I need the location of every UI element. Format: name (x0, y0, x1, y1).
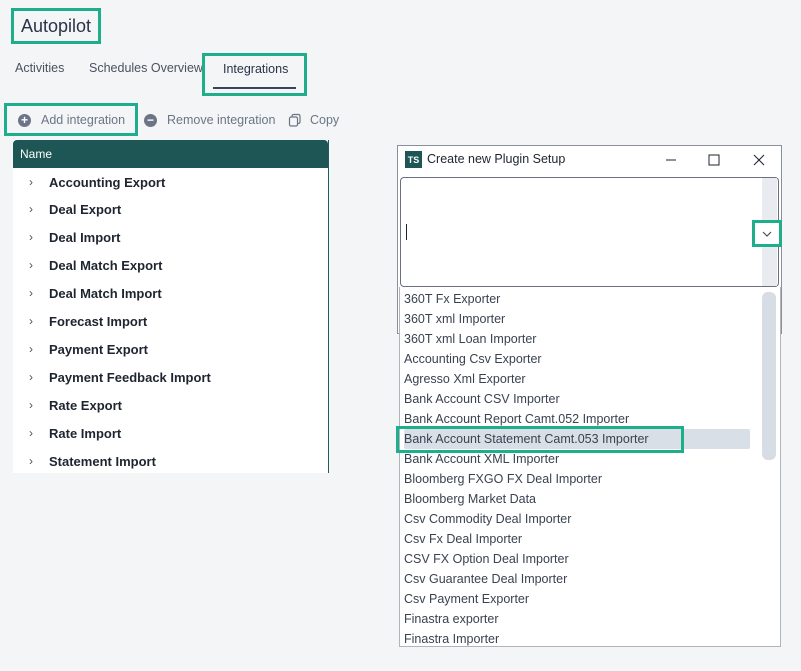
remove-integration-button[interactable]: − Remove integration (144, 113, 275, 127)
tree-item-label: Forecast Import (49, 313, 148, 329)
chevron-right-icon[interactable]: › (13, 342, 49, 356)
tree-item-label: Deal Match Export (49, 257, 163, 273)
chevron-right-icon[interactable]: › (13, 454, 49, 468)
list-item[interactable]: Bank Account CSV Importer (404, 389, 750, 409)
tree-item-label: Deal Import (49, 229, 121, 245)
list-item[interactable]: Bloomberg Market Data (404, 489, 750, 509)
chevron-right-icon[interactable]: › (13, 370, 49, 384)
list-item[interactable]: 360T Fx Exporter (404, 289, 750, 309)
chevron-right-icon[interactable]: › (13, 258, 49, 272)
tree-item-label: Rate Export (49, 397, 122, 413)
tree-item[interactable]: › Payment Feedback Import (13, 365, 211, 389)
tree-item[interactable]: › Rate Import (13, 421, 121, 445)
plugin-type-combobox[interactable] (400, 177, 779, 287)
list-item[interactable]: Finastra exporter (404, 609, 750, 629)
chevron-right-icon[interactable]: › (13, 286, 49, 300)
plugin-options-list[interactable]: 360T Fx Exporter 360T xml Importer 360T … (399, 287, 781, 647)
dropdown-highlight (752, 220, 782, 247)
chevron-right-icon[interactable]: › (13, 202, 49, 216)
list-scrollbar-thumb[interactable] (762, 292, 776, 460)
dialog-titlebar[interactable]: TS Create new Plugin Setup (398, 146, 781, 174)
list-item[interactable]: 360T xml Importer (404, 309, 750, 329)
selected-option-highlight (396, 426, 684, 453)
minimize-icon[interactable] (661, 150, 681, 170)
text-caret (406, 224, 407, 240)
list-item[interactable]: Csv Payment Exporter (404, 589, 750, 609)
copy-icon (288, 113, 301, 127)
chevron-right-icon[interactable]: › (13, 398, 49, 412)
tree-item[interactable]: › Deal Match Export (13, 253, 162, 277)
list-item[interactable]: Finastra Importer (404, 629, 750, 646)
list-item[interactable]: Accounting Csv Exporter (404, 349, 750, 369)
add-integration-button[interactable]: + Add integration (18, 113, 125, 127)
chevron-right-icon[interactable]: › (13, 230, 49, 244)
plus-circle-icon: + (18, 113, 31, 127)
list-item[interactable]: 360T xml Loan Importer (404, 329, 750, 349)
copy-label: Copy (310, 113, 340, 127)
tree-item[interactable]: › Deal Import (13, 225, 121, 249)
tree-column-header[interactable]: Name (13, 140, 328, 168)
list-item[interactable]: Csv Guarantee Deal Importer (404, 569, 750, 589)
tab-activities[interactable]: Activities (15, 61, 64, 75)
tree-item[interactable]: › Statement Import (13, 449, 156, 473)
app-logo-icon: TS (405, 151, 422, 168)
add-integration-label: Add integration (41, 113, 126, 127)
dialog-title: Create new Plugin Setup (427, 152, 566, 166)
list-item[interactable]: Csv Fx Deal Importer (404, 529, 750, 549)
integrations-tree: Name › Accounting Export › Deal Export › De… (13, 140, 329, 473)
tree-item[interactable]: › Forecast Import (13, 309, 147, 333)
chevron-right-icon[interactable]: › (13, 314, 49, 328)
list-item[interactable]: Agresso Xml Exporter (404, 369, 750, 389)
tree-item[interactable]: › Deal Match Import (13, 281, 162, 305)
tab-integrations[interactable]: Integrations (223, 62, 288, 76)
tree-item-label: Payment Feedback Import (49, 369, 211, 385)
list-item[interactable]: Csv Commodity Deal Importer (404, 509, 750, 529)
tree-item-label: Accounting Export (49, 174, 166, 190)
tree-item[interactable]: › Accounting Export (13, 170, 165, 194)
tree-item-label: Deal Match Import (49, 285, 162, 301)
tree-item-label: Statement Import (49, 453, 156, 469)
tree-item[interactable]: › Payment Export (13, 337, 148, 361)
tree-item[interactable]: › Rate Export (13, 393, 122, 417)
tree-item-label: Payment Export (49, 341, 148, 357)
tab-integrations-highlight: Integrations (202, 53, 307, 96)
chevron-down-icon (762, 231, 772, 237)
maximize-icon[interactable] (704, 150, 724, 170)
chevron-right-icon[interactable]: › (13, 175, 49, 189)
dropdown-button[interactable] (755, 223, 779, 244)
tree-item-label: Rate Import (49, 425, 122, 441)
copy-button[interactable]: Copy (288, 113, 339, 127)
tree-item-label: Deal Export (49, 201, 122, 217)
close-icon[interactable] (749, 150, 769, 170)
active-tab-underline (213, 87, 296, 89)
list-item[interactable]: Bloomberg FXGO FX Deal Importer (404, 469, 750, 489)
page-title: Autopilot (20, 15, 92, 36)
remove-integration-label: Remove integration (167, 113, 276, 127)
minus-circle-icon: − (144, 113, 157, 127)
tab-schedules-overview[interactable]: Schedules Overview (89, 61, 203, 75)
tree-item[interactable]: › Deal Export (13, 197, 121, 221)
list-item[interactable]: CSV FX Option Deal Importer (404, 549, 750, 569)
chevron-right-icon[interactable]: › (13, 426, 49, 440)
